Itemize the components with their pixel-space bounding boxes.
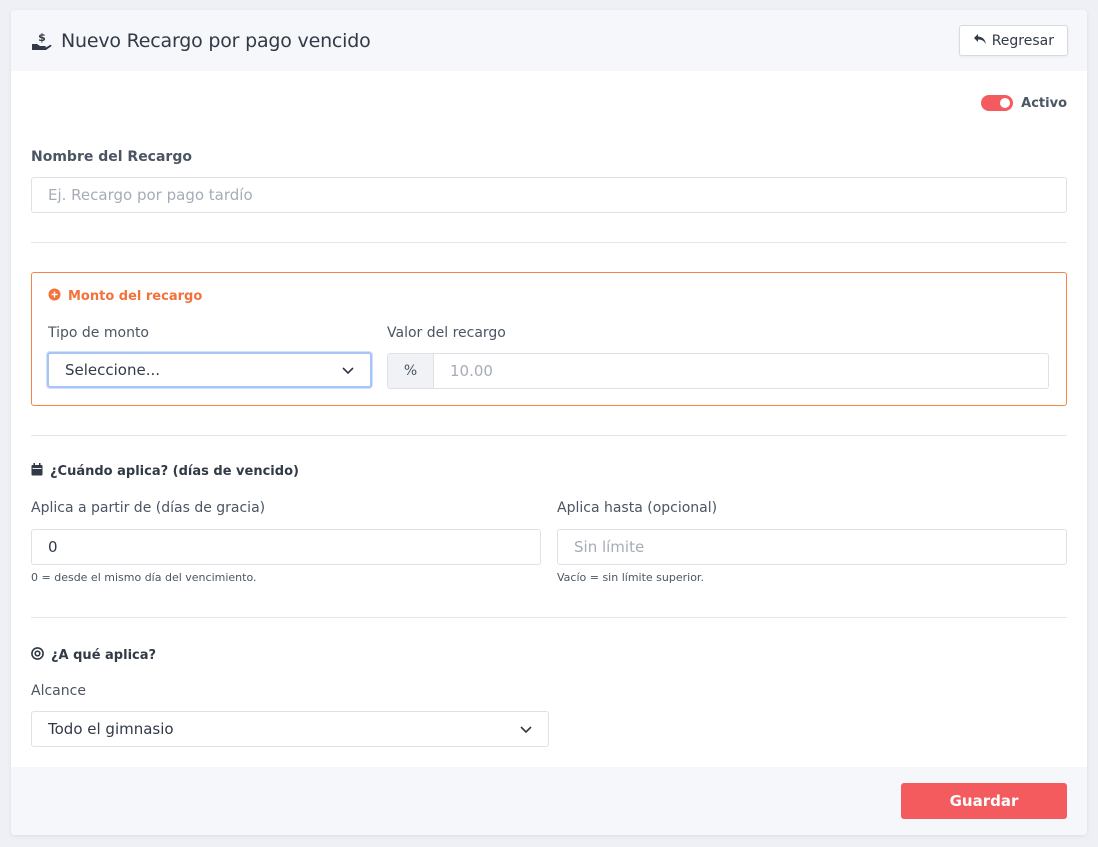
active-toggle[interactable]: [981, 95, 1014, 111]
card-header: $ Nuevo Recargo por pago vencido Regresa…: [11, 10, 1087, 71]
monto-section-title: Monto del recargo: [48, 288, 202, 305]
valor-recargo-input[interactable]: 10.00: [433, 353, 1049, 389]
hasta-help: Vacío = sin límite superior.: [557, 571, 704, 584]
aplica-section-title: ¿A qué aplica?: [31, 647, 156, 664]
page-title: Nuevo Recargo por pago vencido: [61, 29, 371, 52]
svg-text:$: $: [38, 31, 46, 44]
desde-help: 0 = desde el mismo día del vencimiento.: [31, 571, 257, 584]
alcance-label: Alcance: [31, 683, 86, 699]
alcance-value: Todo el gimnasio: [48, 720, 174, 738]
target-icon: [31, 647, 44, 664]
hasta-input[interactable]: Sin límite: [557, 529, 1067, 565]
alcance-select[interactable]: Todo el gimnasio: [31, 711, 549, 747]
nombre-label: Nombre del Recargo: [31, 149, 192, 165]
monto-title-text: Monto del recargo: [68, 289, 203, 304]
divider-2: [31, 435, 1067, 436]
valor-recargo-placeholder: 10.00: [450, 362, 493, 380]
desde-label: Aplica a partir de (días de gracia): [31, 500, 266, 516]
tipo-monto-select[interactable]: Seleccione...: [47, 352, 372, 388]
percent-addon: %: [387, 353, 434, 389]
active-toggle-label: Activo: [1021, 95, 1067, 111]
hasta-placeholder: Sin límite: [574, 538, 645, 556]
tipo-monto-label: Tipo de monto: [48, 325, 149, 341]
desde-input[interactable]: 0: [31, 529, 541, 565]
cuando-section-title: ¿Cuándo aplica? (días de vencido): [31, 463, 299, 480]
reply-arrow-icon: [973, 33, 987, 49]
plus-circle-icon: [48, 288, 61, 305]
tipo-monto-value: Seleccione...: [65, 361, 161, 379]
divider-1: [31, 242, 1067, 243]
save-button[interactable]: Guardar: [901, 783, 1067, 819]
aplica-title-text: ¿A qué aplica?: [51, 648, 157, 663]
surcharge-form-card: $ Nuevo Recargo por pago vencido Regresa…: [11, 10, 1087, 835]
divider-3: [31, 617, 1067, 618]
chevron-down-icon: [342, 361, 354, 379]
nombre-placeholder: Ej. Recargo por pago tardío: [48, 186, 253, 204]
chevron-down-icon: [520, 720, 532, 738]
back-button[interactable]: Regresar: [958, 25, 1068, 56]
calendar-icon: [31, 463, 43, 480]
nombre-input[interactable]: Ej. Recargo por pago tardío: [31, 177, 1067, 213]
desde-value: 0: [48, 538, 58, 556]
hand-holding-dollar-icon: $: [31, 31, 53, 51]
title-wrap: $ Nuevo Recargo por pago vencido: [31, 30, 371, 52]
cuando-title-text: ¿Cuándo aplica? (días de vencido): [50, 464, 299, 479]
back-button-label: Regresar: [991, 32, 1054, 49]
valor-recargo-label: Valor del recargo: [387, 325, 506, 341]
hasta-label: Aplica hasta (opcional): [557, 500, 718, 516]
active-toggle-wrap: Activo: [981, 95, 1067, 111]
